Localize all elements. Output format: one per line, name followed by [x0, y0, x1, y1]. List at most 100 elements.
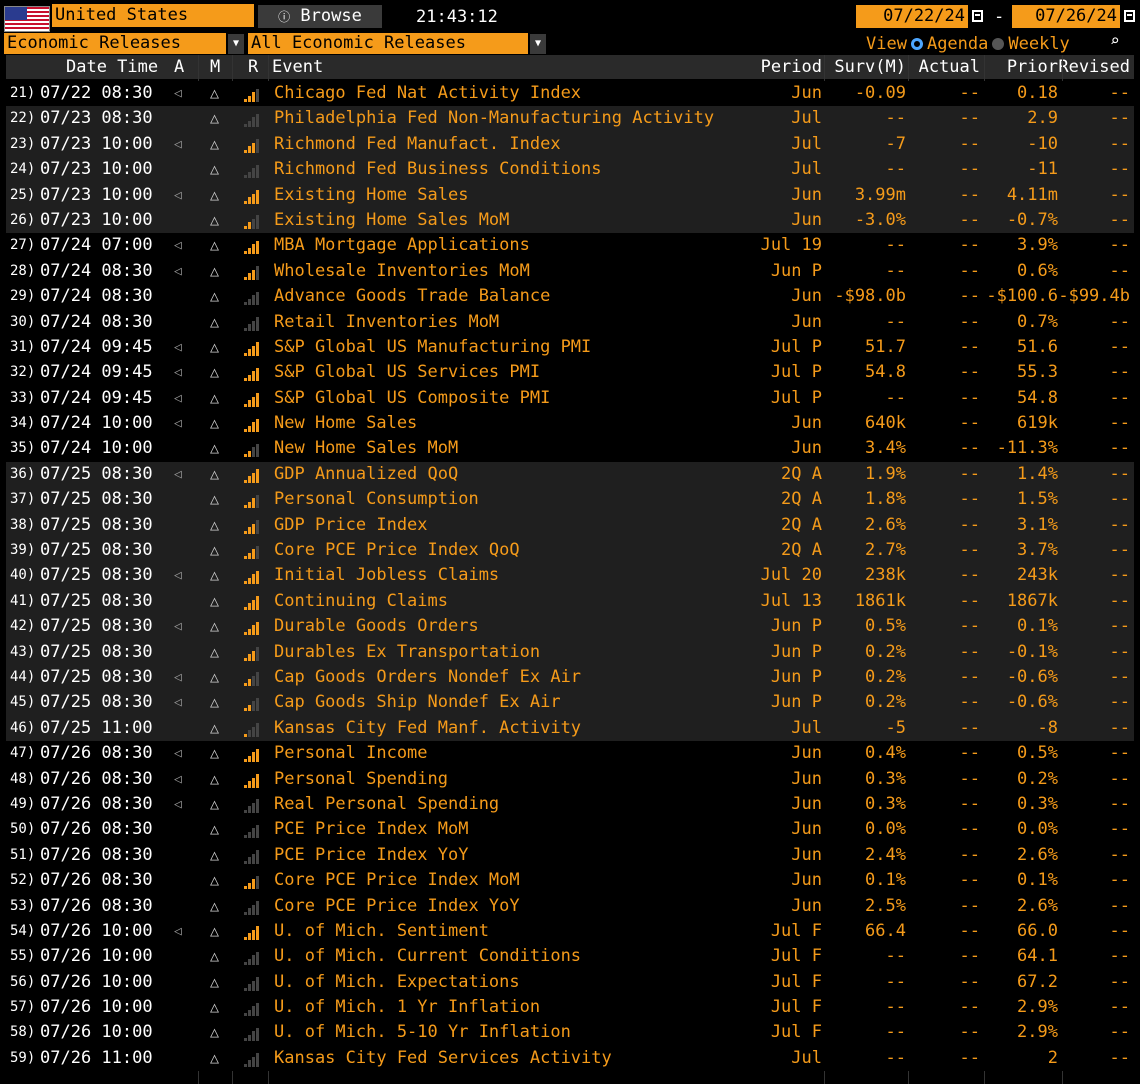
bell-icon[interactable]: △: [210, 690, 219, 715]
row-event[interactable]: Personal Consumption: [274, 487, 479, 512]
table-row[interactable]: 49) 07/26 08:30 ◁ Real Personal Spending Jun…: [6, 791, 1134, 818]
audio-alert-icon[interactable]: ◁: [174, 259, 182, 284]
row-event[interactable]: Cap Goods Orders Nondef Ex Air: [274, 665, 581, 690]
row-event[interactable]: Kansas City Fed Manf. Activity: [274, 716, 581, 741]
subcategory-select[interactable]: All Economic Releases: [248, 33, 528, 54]
bell-icon[interactable]: △: [210, 335, 219, 360]
row-event[interactable]: Wholesale Inventories MoM: [274, 259, 530, 284]
bell-icon[interactable]: △: [210, 310, 219, 335]
bell-icon[interactable]: △: [210, 716, 219, 741]
row-event[interactable]: Chicago Fed Nat Activity Index: [274, 81, 581, 106]
bell-icon[interactable]: △: [210, 513, 219, 538]
table-row[interactable]: 28) 07/24 08:30 ◁ Wholesale Inventories MoM…: [6, 258, 1134, 285]
row-event[interactable]: U. of Mich. Sentiment: [274, 919, 489, 944]
row-event[interactable]: Existing Home Sales: [274, 183, 468, 208]
country-selector[interactable]: United States: [52, 4, 254, 27]
audio-alert-icon[interactable]: ◁: [174, 741, 182, 766]
bell-icon[interactable]: △: [210, 233, 219, 258]
category-select[interactable]: Economic Releases: [4, 33, 226, 54]
audio-alert-icon[interactable]: ◁: [174, 690, 182, 715]
audio-alert-icon[interactable]: ◁: [174, 563, 182, 588]
bell-icon[interactable]: △: [210, 919, 219, 944]
table-row[interactable]: 59) 07/26 11:00 Kansas City Fed Services A…: [6, 1045, 1134, 1072]
table-row[interactable]: 34) 07/24 10:00 ◁ New Home Sales Jun 640k -- 61…: [6, 411, 1134, 437]
col-a[interactable]: A: [174, 57, 184, 77]
bell-icon[interactable]: △: [210, 843, 219, 868]
col-m[interactable]: M: [210, 57, 220, 77]
table-row[interactable]: 48) 07/26 08:30 ◁ Personal Spending Jun 0.3% -…: [6, 766, 1134, 792]
calendar-icon[interactable]: [1124, 10, 1135, 22]
table-row[interactable]: 54) 07/26 10:00 ◁ U. of Mich. Sentiment Jul …: [6, 918, 1134, 945]
row-event[interactable]: Durable Goods Orders: [274, 614, 479, 639]
row-event[interactable]: S&P Global US Composite PMI: [274, 386, 550, 411]
table-row[interactable]: 24) 07/23 10:00 Richmond Fed Business Cond…: [6, 157, 1134, 183]
table-row[interactable]: 51) 07/26 08:30 PCE Price Index YoY Jun 2.4%…: [6, 842, 1134, 869]
row-event[interactable]: S&P Global US Manufacturing PMI: [274, 335, 591, 360]
table-row[interactable]: 26) 07/23 10:00 Existing Home Sales MoM Jun…: [6, 207, 1134, 234]
audio-alert-icon[interactable]: ◁: [174, 132, 182, 157]
row-event[interactable]: U. of Mich. 5-10 Yr Inflation: [274, 1020, 571, 1045]
table-row[interactable]: 32) 07/24 09:45 ◁ S&P Global US Services PM…: [6, 360, 1134, 386]
bell-icon[interactable]: △: [210, 767, 219, 792]
search-icon[interactable]: ⌕: [1110, 31, 1120, 50]
table-row[interactable]: 41) 07/25 08:30 Continuing Claims Jul 13 186…: [6, 588, 1134, 615]
table-row[interactable]: 52) 07/26 08:30 Core PCE Price Index MoM Ju…: [6, 868, 1134, 894]
col-surv[interactable]: Surv(M): [834, 57, 906, 77]
col-period[interactable]: Period: [761, 57, 822, 77]
col-actual[interactable]: Actual: [919, 57, 980, 77]
table-row[interactable]: 53) 07/26 08:30 Core PCE Price Index YoY Ju…: [6, 893, 1134, 919]
row-event[interactable]: New Home Sales MoM: [274, 436, 458, 461]
row-event[interactable]: S&P Global US Services PMI: [274, 360, 540, 385]
audio-alert-icon[interactable]: ◁: [174, 665, 182, 690]
audio-alert-icon[interactable]: ◁: [174, 462, 182, 487]
date-to-field[interactable]: 07/26/24: [1012, 5, 1120, 28]
browse-button[interactable]: ⓘ Browse: [258, 5, 382, 28]
audio-alert-icon[interactable]: ◁: [174, 767, 182, 792]
agenda-label[interactable]: Agenda: [927, 34, 988, 54]
bell-icon[interactable]: △: [210, 970, 219, 995]
bell-icon[interactable]: △: [210, 132, 219, 157]
bell-icon[interactable]: △: [210, 944, 219, 969]
row-event[interactable]: U. of Mich. Current Conditions: [274, 944, 581, 969]
weekly-radio[interactable]: [992, 38, 1005, 50]
row-event[interactable]: Philadelphia Fed Non-Manufacturing Activ…: [274, 106, 714, 131]
table-row[interactable]: 44) 07/25 08:30 ◁ Cap Goods Orders Nondef E…: [6, 664, 1134, 691]
row-event[interactable]: MBA Mortgage Applications: [274, 233, 530, 258]
row-event[interactable]: U. of Mich. 1 Yr Inflation: [274, 995, 540, 1020]
table-row[interactable]: 57) 07/26 10:00 U. of Mich. 1 Yr Inflation…: [6, 995, 1134, 1021]
row-event[interactable]: New Home Sales: [274, 411, 417, 436]
table-row[interactable]: 43) 07/25 08:30 Durables Ex Transportation…: [6, 639, 1134, 665]
row-event[interactable]: Kansas City Fed Services Activity: [274, 1046, 612, 1071]
table-row[interactable]: 27) 07/24 07:00 ◁ MBA Mortgage Applications…: [6, 233, 1134, 259]
agenda-radio[interactable]: [910, 38, 923, 50]
row-event[interactable]: Existing Home Sales MoM: [274, 208, 509, 233]
bell-icon[interactable]: △: [210, 640, 219, 665]
bell-icon[interactable]: △: [210, 817, 219, 842]
row-event[interactable]: Initial Jobless Claims: [274, 563, 499, 588]
row-event[interactable]: Personal Spending: [274, 767, 448, 792]
table-row[interactable]: 30) 07/24 08:30 Retail Inventories MoM Jun -…: [6, 309, 1134, 335]
bell-icon[interactable]: △: [210, 1046, 219, 1071]
row-event[interactable]: U. of Mich. Expectations: [274, 970, 520, 995]
row-event[interactable]: PCE Price Index MoM: [274, 817, 468, 842]
bell-icon[interactable]: △: [210, 894, 219, 919]
table-row[interactable]: 39) 07/25 08:30 Core PCE Price Index QoQ 2Q…: [6, 538, 1134, 564]
row-event[interactable]: Richmond Fed Manufact. Index: [274, 132, 561, 157]
bell-icon[interactable]: △: [210, 538, 219, 563]
table-row[interactable]: 56) 07/26 10:00 U. of Mich. Expectations Ju…: [6, 969, 1134, 996]
bell-icon[interactable]: △: [210, 157, 219, 182]
table-row[interactable]: 42) 07/25 08:30 ◁ Durable Goods Orders Jun P…: [6, 614, 1134, 640]
row-event[interactable]: Core PCE Price Index MoM: [274, 868, 520, 893]
bell-icon[interactable]: △: [210, 868, 219, 893]
row-event[interactable]: GDP Annualized QoQ: [274, 462, 458, 487]
bell-icon[interactable]: △: [210, 462, 219, 487]
bell-icon[interactable]: △: [210, 411, 219, 436]
bell-icon[interactable]: △: [210, 208, 219, 233]
col-r[interactable]: R: [248, 57, 258, 77]
bell-icon[interactable]: △: [210, 995, 219, 1020]
audio-alert-icon[interactable]: ◁: [174, 183, 182, 208]
bell-icon[interactable]: △: [210, 614, 219, 639]
row-event[interactable]: Personal Income: [274, 741, 428, 766]
table-row[interactable]: 55) 07/26 10:00 U. of Mich. Current Condit…: [6, 944, 1134, 970]
table-row[interactable]: 21) 07/22 08:30 ◁ Chicago Fed Nat Activity …: [6, 81, 1134, 107]
